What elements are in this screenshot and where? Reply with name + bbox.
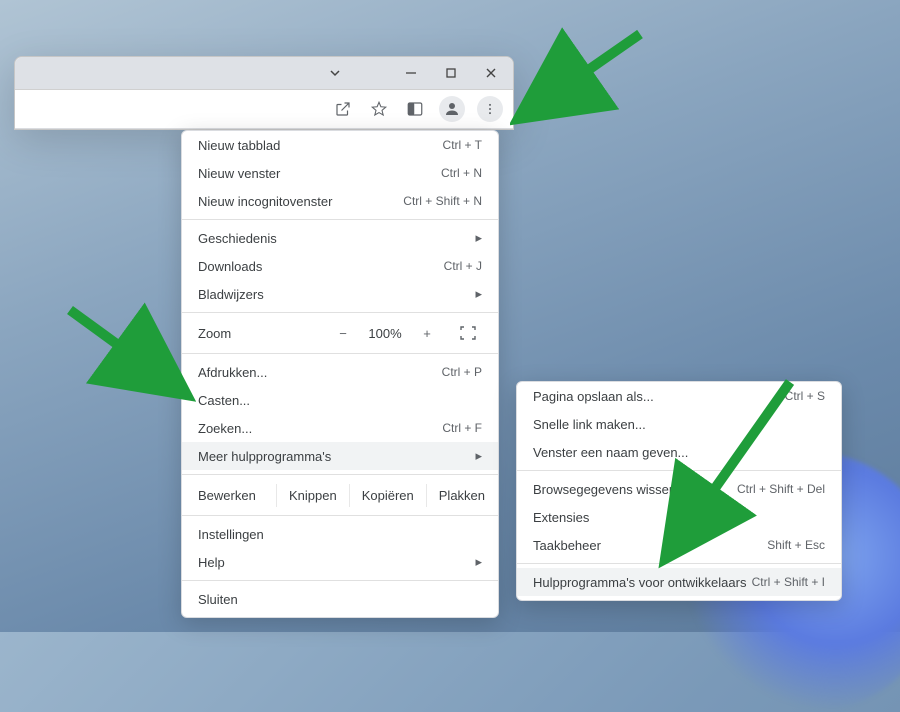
menu-label: Casten... [198,393,250,408]
window-maximize-button[interactable] [431,57,471,89]
zoom-in-button[interactable]: + [420,326,434,341]
menu-label: Zoom [198,326,318,341]
menu-shortcut: Ctrl + F [442,421,482,435]
menu-label: Zoeken... [198,421,252,436]
submenu-arrow-icon: ▸ [475,554,482,570]
menu-shortcut: Ctrl + Shift + Del [737,482,825,496]
menu-new-incognito[interactable]: Nieuw incognitovenster Ctrl + Shift + N [182,187,498,215]
menu-shortcut: Ctrl + T [443,138,482,152]
bookmark-star-icon[interactable] [367,97,391,121]
browser-window [14,56,514,130]
menu-label: Taakbeheer [533,538,601,553]
menu-shortcut: Ctrl + Shift + N [403,194,482,208]
menu-label: Meer hulpprogramma's [198,449,331,464]
menu-label: Geschiedenis [198,231,277,246]
window-titlebar [15,57,513,89]
menu-downloads[interactable]: Downloads Ctrl + J [182,252,498,280]
menu-edit-row: Bewerken Knippen Kopiëren Plakken [182,479,498,511]
menu-label: Afdrukken... [198,365,267,380]
submenu-create-shortcut[interactable]: Snelle link maken... [517,410,841,438]
edit-paste-button[interactable]: Plakken [426,484,497,507]
submenu-arrow-icon: ▸ [475,286,482,302]
submenu-clear-browsing-data[interactable]: Browsegegevens wissen Ctrl + Shift + Del [517,475,841,503]
menu-print[interactable]: Afdrukken... Ctrl + P [182,358,498,386]
edit-copy-button[interactable]: Kopiëren [349,484,426,507]
submenu-extensions[interactable]: Extensies [517,503,841,531]
menu-separator [517,470,841,471]
menu-label: Hulpprogramma's voor ontwikkelaars [533,575,746,590]
edit-cut-button[interactable]: Knippen [276,484,349,507]
menu-exit[interactable]: Sluiten [182,585,498,613]
menu-separator [182,312,498,313]
menu-shortcut: Shift + Esc [767,538,825,552]
menu-separator [182,219,498,220]
menu-label: Snelle link maken... [533,417,646,432]
menu-label: Instellingen [198,527,264,542]
menu-shortcut: Ctrl + J [444,259,482,273]
menu-label: Downloads [198,259,262,274]
menu-shortcut: Ctrl + N [441,166,482,180]
menu-label: Nieuw tabblad [198,138,280,153]
more-tools-submenu: Pagina opslaan als... Ctrl + S Snelle li… [516,381,842,601]
profile-avatar-icon[interactable] [439,96,465,122]
submenu-save-page-as[interactable]: Pagina opslaan als... Ctrl + S [517,382,841,410]
submenu-name-window[interactable]: Venster een naam geven... [517,438,841,466]
menu-zoom-row: Zoom − 100% + [182,317,498,349]
fullscreen-icon[interactable] [454,323,482,343]
menu-history[interactable]: Geschiedenis ▸ [182,224,498,252]
menu-settings[interactable]: Instellingen [182,520,498,548]
zoom-out-button[interactable]: − [336,326,350,341]
menu-cast[interactable]: Casten... [182,386,498,414]
menu-new-tab[interactable]: Nieuw tabblad Ctrl + T [182,131,498,159]
menu-separator [517,563,841,564]
submenu-arrow-icon: ▸ [475,448,482,464]
menu-label: Bladwijzers [198,287,264,302]
submenu-task-manager[interactable]: Taakbeheer Shift + Esc [517,531,841,559]
window-close-button[interactable] [471,57,511,89]
tab-dropdown-chevron-icon[interactable] [315,57,355,89]
menu-label: Nieuw incognitovenster [198,194,332,209]
menu-label: Bewerken [198,488,276,503]
menu-bookmarks[interactable]: Bladwijzers ▸ [182,280,498,308]
menu-separator [182,353,498,354]
menu-separator [182,474,498,475]
menu-label: Extensies [533,510,589,525]
menu-find[interactable]: Zoeken... Ctrl + F [182,414,498,442]
menu-separator [182,515,498,516]
menu-label: Nieuw venster [198,166,280,181]
window-minimize-button[interactable] [391,57,431,89]
menu-label: Sluiten [198,592,238,607]
kebab-menu-button[interactable] [477,96,503,122]
share-icon[interactable] [331,97,355,121]
zoom-value: 100% [364,326,406,341]
browser-toolbar [15,89,513,129]
menu-shortcut: Ctrl + S [785,389,825,403]
menu-new-window[interactable]: Nieuw venster Ctrl + N [182,159,498,187]
menu-label: Venster een naam geven... [533,445,688,460]
menu-label: Help [198,555,225,570]
menu-label: Browsegegevens wissen [533,482,676,497]
menu-shortcut: Ctrl + P [442,365,482,379]
chrome-main-menu: Nieuw tabblad Ctrl + T Nieuw venster Ctr… [181,130,499,618]
menu-help[interactable]: Help ▸ [182,548,498,576]
menu-shortcut: Ctrl + Shift + I [752,575,825,589]
menu-more-tools[interactable]: Meer hulpprogramma's ▸ [182,442,498,470]
menu-separator [182,580,498,581]
submenu-arrow-icon: ▸ [475,230,482,246]
side-panel-icon[interactable] [403,97,427,121]
menu-label: Pagina opslaan als... [533,389,654,404]
submenu-developer-tools[interactable]: Hulpprogramma's voor ontwikkelaars Ctrl … [517,568,841,596]
